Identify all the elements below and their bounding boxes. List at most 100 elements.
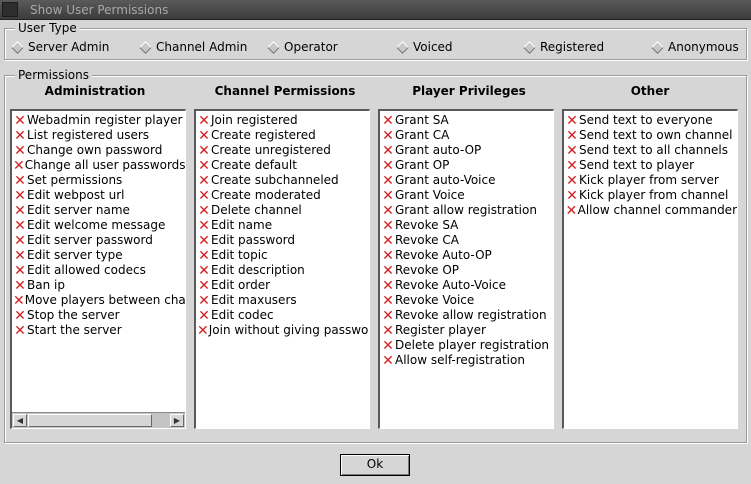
permission-item[interactable]: ✕ Edit allowed codecs [13,263,185,278]
permission-item[interactable]: ✕ Edit webpost url [13,188,185,203]
permission-item[interactable]: ✕ Edit server type [13,248,185,263]
permission-item[interactable]: ✕ List registered users [13,128,185,143]
permission-item[interactable]: ✕ Grant CA [381,128,553,143]
denied-x-icon: ✕ [198,308,210,323]
permission-item[interactable]: ✕ Webadmin register player [13,113,185,128]
permission-item[interactable]: ✕ Grant auto-Voice [381,173,553,188]
permission-item[interactable]: ✕ Send text to all channels [565,143,737,158]
permission-item[interactable]: ✕ Change own password [13,143,185,158]
permission-item[interactable]: ✕ Revoke Auto-OP [381,248,553,263]
scroll-left-arrow-icon[interactable]: ◀ [13,414,27,427]
permission-item[interactable]: ✕ Edit order [197,278,369,293]
permission-label: Edit welcome message [27,218,166,232]
radio-channel-admin[interactable]: Channel Admin [138,39,247,55]
permission-label: Register player [395,323,486,337]
permission-label: Delete channel [211,203,302,217]
permission-item[interactable]: ✕ Revoke Auto-Voice [381,278,553,293]
denied-x-icon: ✕ [198,128,210,143]
permission-item[interactable]: ✕ Grant Voice [381,188,553,203]
permission-item[interactable]: ✕ Create unregistered [197,143,369,158]
permission-label: Send text to all channels [579,143,728,157]
denied-x-icon: ✕ [382,173,394,188]
permission-item[interactable]: ✕ Grant allow registration [381,203,553,218]
permission-label: Edit password [211,233,296,247]
denied-x-icon: ✕ [198,203,210,218]
permission-label: Revoke OP [395,263,460,277]
permission-label: Edit server name [27,203,130,217]
permission-label: Join without giving password [208,323,369,337]
permission-item[interactable]: ✕ Edit server password [13,233,185,248]
permission-item[interactable]: ✕ Delete channel [197,203,369,218]
permission-item[interactable]: ✕ Delete player registration [381,338,553,353]
permissions-group: Permissions Administration Channel Permi… [4,68,747,443]
permission-item[interactable]: ✕ Edit server name [13,203,185,218]
permission-item[interactable]: ✕ Grant SA [381,113,553,128]
permission-item[interactable]: ✕ Send text to everyone [565,113,737,128]
ok-button[interactable]: Ok [340,454,410,476]
denied-x-icon: ✕ [197,323,209,338]
permission-item[interactable]: ✕ Grant auto-OP [381,143,553,158]
permission-item[interactable]: ✕ Stop the server [13,308,185,323]
administration-list[interactable]: ✕ Webadmin register player ✕ List registere… [10,109,186,429]
radio-voiced[interactable]: Voiced [395,39,453,55]
permission-item[interactable]: ✕ Change all user passwords [13,158,185,173]
permission-item[interactable]: ✕ Edit welcome message [13,218,185,233]
permission-label: Set permissions [27,173,123,187]
permission-item[interactable]: ✕ Create registered [197,128,369,143]
denied-x-icon: ✕ [198,143,210,158]
scrollbar-thumb[interactable] [28,414,152,427]
permission-item[interactable]: ✕ Join registered [197,113,369,128]
permission-item[interactable]: ✕ Allow channel commander [565,203,737,218]
permission-item[interactable]: ✕ Kick player from server [565,173,737,188]
denied-x-icon: ✕ [566,113,578,128]
permission-item[interactable]: ✕ Send text to player [565,158,737,173]
permission-item[interactable]: ✕ Create default [197,158,369,173]
permission-item[interactable]: ✕ Grant OP [381,158,553,173]
permission-item[interactable]: ✕ Revoke CA [381,233,553,248]
denied-x-icon: ✕ [198,293,210,308]
permission-item[interactable]: ✕ Edit password [197,233,369,248]
permission-item[interactable]: ✕ Ban ip [13,278,185,293]
radio-anonymous[interactable]: Anonymous [650,39,739,55]
denied-x-icon: ✕ [14,233,26,248]
radio-server-admin[interactable]: Server Admin [10,39,109,55]
channel-permissions-list[interactable]: ✕ Join registered ✕ Create registered ✕ Creat… [194,109,370,429]
permission-item[interactable]: ✕ Create subchanneled [197,173,369,188]
permission-item[interactable]: ✕ Revoke SA [381,218,553,233]
denied-x-icon: ✕ [566,173,578,188]
permission-item[interactable]: ✕ Revoke OP [381,263,553,278]
permission-item[interactable]: ✕ Edit maxusers [197,293,369,308]
permission-item[interactable]: ✕ Send text to own channel [565,128,737,143]
permission-item[interactable]: ✕ Start the server [13,323,185,338]
permission-item[interactable]: ✕ Revoke Voice [381,293,553,308]
radio-registered[interactable]: Registered [522,39,604,55]
denied-x-icon: ✕ [14,203,26,218]
horizontal-scrollbar[interactable]: ◀ ▶ [12,412,185,428]
permission-item[interactable]: ✕ Revoke allow registration [381,308,553,323]
permission-label: Edit allowed codecs [27,263,146,277]
permission-label: Edit topic [211,248,268,262]
denied-x-icon: ✕ [382,353,394,368]
permission-item[interactable]: ✕ Edit topic [197,248,369,263]
permission-item[interactable]: ✕ Create moderated [197,188,369,203]
denied-x-icon: ✕ [382,278,394,293]
scroll-right-arrow-icon[interactable]: ▶ [170,414,184,427]
denied-x-icon: ✕ [14,218,26,233]
permission-item[interactable]: ✕Move players between channels [13,293,185,308]
window-menu-icon[interactable] [2,2,18,17]
permission-label: Grant SA [395,113,449,127]
permission-item[interactable]: ✕ Allow self-registration [381,353,553,368]
permission-item[interactable]: ✕ Edit codec [197,308,369,323]
permission-item[interactable]: ✕ Edit name [197,218,369,233]
player-privileges-list[interactable]: ✕ Grant SA ✕ Grant CA ✕ Grant auto-OP ✕ Grant O… [378,109,554,429]
permission-item[interactable]: ✕ Join without giving password [197,323,369,338]
radio-operator[interactable]: Operator [266,39,338,55]
permission-item[interactable]: ✕ Edit description [197,263,369,278]
permission-item[interactable]: ✕ Register player [381,323,553,338]
permission-label: Start the server [27,323,122,337]
permission-item[interactable]: ✕ Kick player from channel [565,188,737,203]
denied-x-icon: ✕ [14,128,26,143]
permission-item[interactable]: ✕ Set permissions [13,173,185,188]
radio-label: Server Admin [28,40,110,54]
other-permissions-list[interactable]: ✕ Send text to everyone ✕ Send text to own … [562,109,738,429]
